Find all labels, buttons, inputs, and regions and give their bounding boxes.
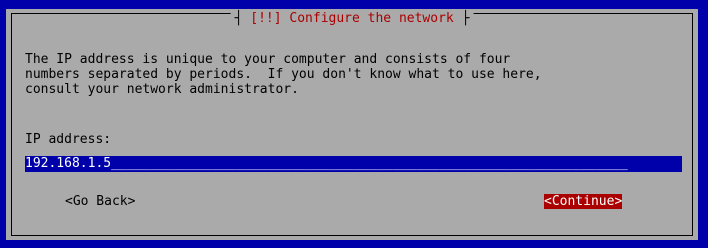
dialog-title: [!!] Configure the network [250,11,454,26]
ip-address-label: IP address: [25,132,112,147]
network-config-dialog: ┤ [!!] Configure the network ├ The IP ad… [6,9,698,240]
dialog-title-container: ┤ [!!] Configure the network ├ [230,11,474,26]
dialog-description: The IP address is unique to your compute… [25,52,542,97]
title-left-bar: ┤ [234,11,251,26]
continue-button[interactable]: <Continue> [544,194,623,209]
go-back-button[interactable]: <Go Back> [65,194,135,209]
input-fill: ________________________________________… [111,156,628,171]
title-right-bar: ├ [453,11,470,26]
ip-address-value: 192.168.1.5 [25,156,112,171]
ip-address-input[interactable]: 192.168.1.5_____________________________… [25,156,682,172]
